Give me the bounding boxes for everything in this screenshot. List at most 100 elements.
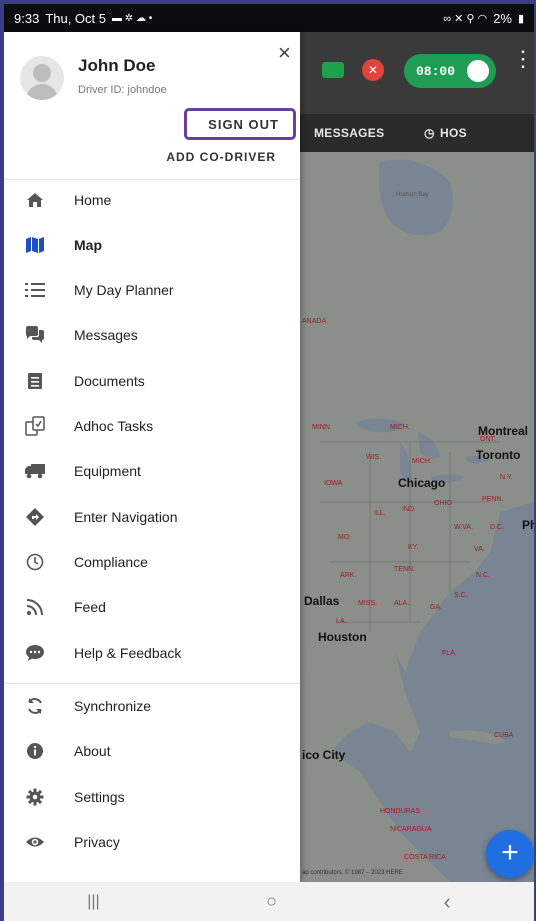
- menu-label-settings: Settings: [74, 789, 125, 805]
- map-label-iowa: IOWA: [324, 480, 343, 487]
- map-label-costa-rica: COSTA RICA: [404, 854, 446, 861]
- menu-item-privacy[interactable]: Privacy: [4, 820, 300, 864]
- close-icon[interactable]: ×: [278, 42, 291, 64]
- map-label-ky: KY.: [408, 544, 419, 551]
- map-attribution: ap contributors, © 1987 – 2023 HERE: [302, 870, 403, 876]
- document-icon: [24, 370, 46, 392]
- map-label-cuba: CUBA: [494, 732, 514, 739]
- menu-item-help-feedback[interactable]: Help & Feedback: [4, 631, 300, 675]
- map-label-ny: N.Y.: [500, 474, 513, 481]
- map-label-tenn: TENN.: [394, 566, 415, 573]
- user-name: John Doe: [78, 56, 156, 75]
- map-label-ph: Ph: [522, 518, 534, 532]
- truck-icon: [24, 460, 46, 482]
- info-icon: [24, 740, 46, 762]
- feed-icon: [24, 596, 46, 618]
- menu-item-messages[interactable]: Messages: [4, 313, 300, 357]
- status-time: 9:33: [14, 10, 40, 26]
- battery-icon: ▮: [517, 12, 524, 25]
- menu-item-compliance[interactable]: Compliance: [4, 540, 300, 584]
- recents-button[interactable]: |||: [87, 893, 99, 911]
- map-label-wis: WIS.: [366, 454, 382, 461]
- map-label-mexico-city: ico City: [302, 748, 346, 762]
- menu-label-enter-navigation: Enter Navigation: [74, 509, 178, 525]
- menu-item-feed[interactable]: Feed: [4, 585, 300, 629]
- map-label-dallas: Dallas: [304, 594, 340, 608]
- menu-label-adhoc-tasks: Adhoc Tasks: [74, 418, 154, 434]
- menu-item-equipment[interactable]: Equipment: [4, 449, 300, 493]
- menu-item-settings[interactable]: Settings: [4, 775, 300, 819]
- map-label-ill: ILL.: [374, 510, 386, 517]
- feedback-icon: [24, 642, 46, 664]
- gear-icon: [24, 786, 46, 808]
- menu-label-feed: Feed: [74, 599, 106, 615]
- menu-item-adhoc-tasks[interactable]: Adhoc Tasks: [4, 404, 300, 448]
- menu-label-privacy: Privacy: [74, 834, 120, 850]
- menu-label-equipment: Equipment: [74, 463, 141, 479]
- map-label-ohio: OHIO: [434, 500, 452, 507]
- chat-icon: [24, 324, 46, 346]
- home-button[interactable]: ○: [266, 891, 277, 912]
- menu-label-about: About: [74, 743, 111, 759]
- tasks-icon: [24, 415, 46, 437]
- map-label-nicaragua: NICARAGUA: [390, 826, 432, 833]
- app-screen: 9:33 Thu, Oct 5 ▬ ✲ ☁ • ∞ ✕ ⚲ ◠ 2% ▮ ✕ 0…: [4, 4, 534, 921]
- menu-label-documents: Documents: [74, 373, 145, 389]
- map-label-toronto: Toronto: [476, 448, 521, 462]
- map-label-mich: MICH.: [412, 458, 432, 465]
- map-view[interactable]: ✕ 08:00 ⋮ MESSAGES ◷ HOS Hudson Bay ANAD…: [300, 32, 534, 882]
- system-icons: ∞ ✕ ⚲ ◠: [443, 12, 488, 25]
- map-label-nc: N.C.: [476, 572, 490, 579]
- map-label-penn: PENN.: [482, 496, 504, 503]
- menu-item-day-planner[interactable]: My Day Planner: [4, 268, 300, 312]
- map-label-houston: Houston: [318, 630, 367, 644]
- drawer-header: John Doe Driver ID: johndoe × SIGN OUT A…: [4, 32, 300, 180]
- map-label-sc: S.C.: [454, 592, 468, 599]
- menu-item-about[interactable]: About: [4, 729, 300, 773]
- map-label-ark: ARK.: [340, 572, 357, 579]
- map-label-minn: MINN.: [312, 424, 332, 431]
- menu-label-compliance: Compliance: [74, 554, 148, 570]
- map-label-hudson-bay: Hudson Bay: [396, 192, 429, 198]
- avatar: [20, 56, 64, 100]
- menu-label-map: Map: [74, 237, 102, 253]
- map-label-va: VA.: [474, 546, 485, 553]
- map-label-mich-top: MICH.: [390, 424, 410, 431]
- map-label-ont: ONT.: [480, 436, 496, 443]
- navigation-drawer: John Doe Driver ID: johndoe × SIGN OUT A…: [4, 32, 300, 882]
- navigation-icon: [24, 506, 46, 528]
- map-label-ala: ALA.: [394, 600, 410, 607]
- menu-item-synchronize[interactable]: Synchronize: [4, 684, 300, 728]
- map-label-la: LA.: [336, 618, 347, 625]
- clock-icon: [24, 551, 46, 573]
- menu-item-map[interactable]: Map: [4, 223, 300, 267]
- map-label-chicago: Chicago: [398, 476, 446, 490]
- add-fab-button[interactable]: +: [486, 830, 534, 878]
- map-label-ga: GA.: [430, 604, 443, 611]
- sync-icon: [24, 695, 46, 717]
- menu-item-documents[interactable]: Documents: [4, 359, 300, 403]
- map-label-dc: D.C.: [490, 524, 504, 531]
- home-icon: [24, 189, 46, 211]
- notification-icons: ▬ ✲ ☁ •: [112, 12, 153, 24]
- back-button[interactable]: ‹: [443, 889, 450, 915]
- sign-out-button[interactable]: SIGN OUT: [184, 108, 296, 140]
- eye-icon: [24, 831, 46, 853]
- menu-label-home: Home: [74, 192, 112, 208]
- menu-label-synchronize: Synchronize: [74, 698, 152, 714]
- status-bar: 9:33 Thu, Oct 5 ▬ ✲ ☁ • ∞ ✕ ⚲ ◠ 2% ▮: [4, 4, 534, 32]
- status-date: Thu, Oct 5: [45, 10, 107, 26]
- map-label-ind: IND.: [402, 506, 416, 513]
- menu-item-enter-navigation[interactable]: Enter Navigation: [4, 495, 300, 539]
- menu-label-day-planner: My Day Planner: [74, 282, 174, 298]
- system-nav-bar: ||| ○ ‹: [4, 882, 534, 921]
- list-icon: [24, 279, 46, 301]
- menu-label-help-feedback: Help & Feedback: [74, 645, 182, 661]
- menu-item-home[interactable]: Home: [4, 178, 300, 222]
- map-label-miss: MISS.: [358, 600, 378, 607]
- map-label-wva: W.VA.: [454, 524, 473, 531]
- menu-label-messages: Messages: [74, 327, 138, 343]
- map-label-fla: FLA.: [442, 650, 457, 657]
- map-label-honduras: HONDURAS: [380, 808, 421, 815]
- add-co-driver-button[interactable]: ADD CO-DRIVER: [164, 150, 276, 164]
